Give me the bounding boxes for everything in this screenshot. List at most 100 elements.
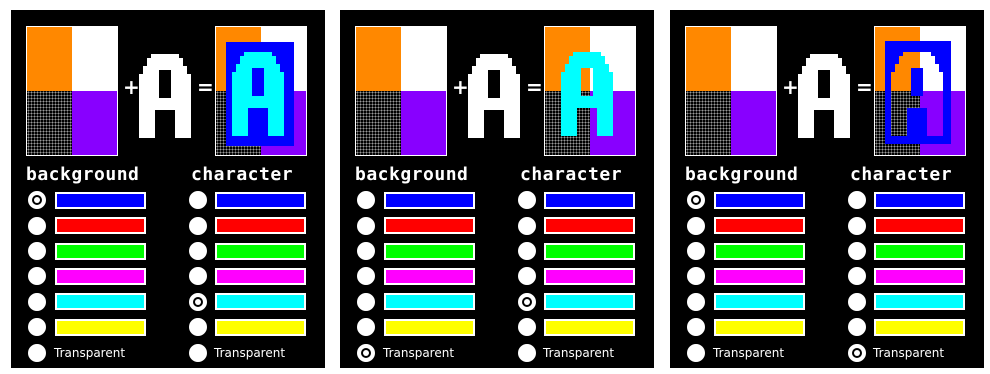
result-letter-a xyxy=(226,42,294,146)
char-radio-cyan[interactable] xyxy=(518,293,536,311)
bg-swatch-blue[interactable] xyxy=(55,192,146,209)
plus-sign: + xyxy=(782,75,799,99)
bg-radio-green[interactable] xyxy=(687,242,705,260)
character-heading: character xyxy=(850,164,953,185)
bg-radio-red[interactable] xyxy=(687,217,705,235)
bg-radio-yellow[interactable] xyxy=(357,318,375,336)
char-radio-magenta[interactable] xyxy=(848,267,866,285)
result-preview xyxy=(874,26,966,156)
char-swatch-red[interactable] xyxy=(544,217,635,234)
char-radio-transparent[interactable] xyxy=(189,344,207,362)
bg-swatch-blue[interactable] xyxy=(384,192,475,209)
equals-sign: = xyxy=(526,75,543,99)
background-heading: background xyxy=(355,164,469,185)
char-radio-magenta[interactable] xyxy=(518,267,536,285)
char-radio-yellow[interactable] xyxy=(848,318,866,336)
char-radio-yellow[interactable] xyxy=(189,318,207,336)
char-swatch-magenta[interactable] xyxy=(215,268,306,285)
bg-radio-magenta[interactable] xyxy=(28,267,46,285)
char-swatch-blue[interactable] xyxy=(874,192,965,209)
bg-radio-magenta[interactable] xyxy=(357,267,375,285)
char-swatch-green[interactable] xyxy=(215,243,306,260)
result-preview xyxy=(544,26,636,156)
bg-swatch-green[interactable] xyxy=(384,243,475,260)
char-swatch-green[interactable] xyxy=(544,243,635,260)
bg-swatch-cyan[interactable] xyxy=(384,293,475,310)
char-swatch-blue[interactable] xyxy=(544,192,635,209)
background-heading: background xyxy=(685,164,799,185)
char-radio-red[interactable] xyxy=(189,217,207,235)
bg-radio-transparent[interactable] xyxy=(687,344,705,362)
char-swatch-red[interactable] xyxy=(215,217,306,234)
bg-swatch-red[interactable] xyxy=(714,217,805,234)
bg-radio-blue[interactable] xyxy=(357,191,375,209)
bg-radio-cyan[interactable] xyxy=(687,293,705,311)
background-heading: background xyxy=(26,164,140,185)
bg-radio-green[interactable] xyxy=(28,242,46,260)
char-radio-transparent[interactable] xyxy=(848,344,866,362)
bg-radio-cyan[interactable] xyxy=(357,293,375,311)
char-swatch-yellow[interactable] xyxy=(544,319,635,336)
char-radio-red[interactable] xyxy=(848,217,866,235)
char-radio-magenta[interactable] xyxy=(189,267,207,285)
char-swatch-cyan[interactable] xyxy=(215,293,306,310)
char-swatch-cyan[interactable] xyxy=(874,293,965,310)
bg-swatch-cyan[interactable] xyxy=(55,293,146,310)
char-swatch-red[interactable] xyxy=(874,217,965,234)
char-swatch-cyan[interactable] xyxy=(544,293,635,310)
bg-radio-red[interactable] xyxy=(357,217,375,235)
char-swatch-magenta[interactable] xyxy=(544,268,635,285)
char-radio-transparent[interactable] xyxy=(518,344,536,362)
bg-swatch-yellow[interactable] xyxy=(714,319,805,336)
bg-radio-yellow[interactable] xyxy=(687,318,705,336)
bg-radio-magenta[interactable] xyxy=(687,267,705,285)
bg-radio-blue[interactable] xyxy=(687,191,705,209)
bg-radio-green[interactable] xyxy=(357,242,375,260)
preview-dither xyxy=(356,91,401,155)
char-radio-green[interactable] xyxy=(848,242,866,260)
bg-radio-transparent[interactable] xyxy=(357,344,375,362)
bg-swatch-green[interactable] xyxy=(55,243,146,260)
char-transparent-label: Transparent xyxy=(214,346,286,360)
bg-radio-yellow[interactable] xyxy=(28,318,46,336)
bg-swatch-cyan[interactable] xyxy=(714,293,805,310)
char-radio-blue[interactable] xyxy=(848,191,866,209)
preview-purple xyxy=(72,91,117,155)
char-radio-green[interactable] xyxy=(189,242,207,260)
char-swatch-yellow[interactable] xyxy=(215,319,306,336)
plus-sign: + xyxy=(123,75,140,99)
char-swatch-blue[interactable] xyxy=(215,192,306,209)
bg-radio-transparent[interactable] xyxy=(28,344,46,362)
plus-sign: + xyxy=(452,75,469,99)
bg-swatch-magenta[interactable] xyxy=(384,268,475,285)
char-radio-green[interactable] xyxy=(518,242,536,260)
char-swatch-magenta[interactable] xyxy=(874,268,965,285)
preview-purple xyxy=(731,91,776,155)
color-panel-2: + = background character Transparent Tra… xyxy=(340,10,654,368)
char-swatch-green[interactable] xyxy=(874,243,965,260)
bg-swatch-magenta[interactable] xyxy=(714,268,805,285)
preview-white xyxy=(72,27,117,91)
preview-orange xyxy=(356,27,401,91)
bg-radio-red[interactable] xyxy=(28,217,46,235)
char-radio-red[interactable] xyxy=(518,217,536,235)
bg-swatch-green[interactable] xyxy=(714,243,805,260)
bg-radio-blue[interactable] xyxy=(28,191,46,209)
bg-radio-cyan[interactable] xyxy=(28,293,46,311)
color-panel-3: + = background character Transparent Tra… xyxy=(670,10,984,368)
result-letter-a xyxy=(885,41,951,144)
bg-swatch-red[interactable] xyxy=(55,217,146,234)
character-heading: character xyxy=(520,164,623,185)
bg-swatch-yellow[interactable] xyxy=(384,319,475,336)
char-radio-blue[interactable] xyxy=(518,191,536,209)
char-radio-yellow[interactable] xyxy=(518,318,536,336)
char-swatch-yellow[interactable] xyxy=(874,319,965,336)
bg-swatch-yellow[interactable] xyxy=(55,319,146,336)
bg-swatch-magenta[interactable] xyxy=(55,268,146,285)
char-radio-blue[interactable] xyxy=(189,191,207,209)
bg-swatch-red[interactable] xyxy=(384,217,475,234)
char-radio-cyan[interactable] xyxy=(189,293,207,311)
color-panel-1: + = background character Transparent Tra… xyxy=(11,10,325,368)
char-radio-cyan[interactable] xyxy=(848,293,866,311)
bg-swatch-blue[interactable] xyxy=(714,192,805,209)
